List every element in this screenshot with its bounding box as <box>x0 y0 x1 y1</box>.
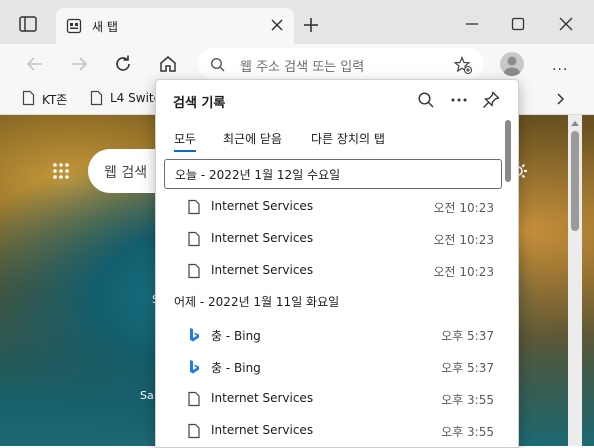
new-tab-icon <box>66 18 82 34</box>
history-item-time: 오후 3:55 <box>441 393 494 407</box>
history-item[interactable]: Internet Services 오전 10:23 <box>156 191 506 223</box>
history-tabs: 모두 최근에 닫음 다른 장치의 탭 <box>156 124 518 154</box>
tab-recently-closed[interactable]: 최근에 닫음 <box>223 130 282 147</box>
history-item[interactable]: 충 - Bing 오후 5:37 <box>156 319 506 351</box>
page-scrollbar[interactable] <box>568 115 582 446</box>
history-item-title: Internet Services <box>211 263 314 277</box>
minimize-icon[interactable] <box>462 14 482 34</box>
maximize-icon[interactable] <box>508 14 528 34</box>
web-search-placeholder: 웹 검색 <box>104 165 148 181</box>
history-item[interactable]: Internet Services 오후 3:55 <box>156 383 506 415</box>
history-item[interactable]: Internet Services 오전 10:23 <box>156 255 506 287</box>
apps-grid-icon[interactable] <box>52 162 70 180</box>
history-title: 검색 기록 <box>173 96 226 111</box>
history-item-title: Internet Services <box>211 423 314 437</box>
history-item[interactable]: Internet Services 오전 10:23 <box>156 223 506 255</box>
history-item-title: Internet Services <box>211 231 314 245</box>
history-item[interactable]: 충 - Bing 오후 5:37 <box>156 351 506 383</box>
search-icon[interactable] <box>417 91 435 109</box>
group-header-label: 어제 - 2022년 1월 11일 화요일 <box>174 295 340 309</box>
refresh-icon[interactable] <box>112 53 134 75</box>
page-icon <box>188 199 200 215</box>
chevron-right-icon[interactable] <box>553 92 567 106</box>
window-close-icon[interactable] <box>556 14 576 34</box>
favorite-label: L4 Switc <box>110 91 161 105</box>
add-favorite-icon[interactable] <box>454 56 472 74</box>
page-icon <box>22 90 35 106</box>
history-item-title: 충 - Bing <box>211 329 261 343</box>
more-options-icon[interactable] <box>450 91 468 109</box>
history-item[interactable]: Internet Services 오후 3:55 <box>156 415 506 447</box>
profile-icon <box>504 56 520 76</box>
close-icon[interactable] <box>270 18 284 32</box>
page-icon <box>188 423 200 439</box>
navigation-toolbar: 웹 주소 검색 또는 입력 ··· <box>0 44 594 84</box>
back-arrow-icon[interactable] <box>24 53 46 75</box>
forward-arrow-icon[interactable] <box>68 53 90 75</box>
tab-new-tab[interactable]: 새 탭 <box>56 8 294 44</box>
page-icon <box>188 231 200 247</box>
history-item-time: 오후 3:55 <box>441 425 494 439</box>
profile-avatar[interactable] <box>500 52 524 76</box>
title-bar: 새 탭 <box>0 0 594 44</box>
history-group-header[interactable]: 오늘 - 2022년 1월 12일 수요일 <box>164 159 502 189</box>
history-item-time: 오전 10:23 <box>433 265 494 279</box>
address-bar[interactable]: 웹 주소 검색 또는 입력 <box>198 48 484 80</box>
pin-icon[interactable] <box>482 91 500 109</box>
bing-icon <box>190 328 199 342</box>
tab-actions-icon[interactable] <box>16 12 40 36</box>
page-icon <box>90 90 103 106</box>
plus-icon[interactable] <box>302 16 320 34</box>
flyout-scrollbar[interactable] <box>505 120 511 182</box>
history-item-time: 오전 10:23 <box>433 233 494 247</box>
tab-all[interactable]: 모두 <box>174 130 197 152</box>
tab-title: 새 탭 <box>92 20 118 34</box>
address-placeholder: 웹 주소 검색 또는 입력 <box>240 60 365 75</box>
tab-other-devices[interactable]: 다른 장치의 탭 <box>311 130 385 147</box>
history-item-time: 오후 5:37 <box>441 329 494 343</box>
background-caption: Sa <box>140 389 154 402</box>
page-icon <box>188 263 200 279</box>
history-item-time: 오후 5:37 <box>441 361 494 375</box>
more-icon[interactable]: ··· <box>552 62 568 78</box>
history-item-title: Internet Services <box>211 199 314 213</box>
group-header-label: 오늘 - 2022년 1월 12일 수요일 <box>175 168 341 182</box>
scroll-up-icon[interactable] <box>571 121 579 126</box>
page-icon <box>188 391 200 407</box>
history-group-header[interactable]: 어제 - 2022년 1월 11일 화요일 <box>164 287 500 315</box>
scroll-thumb[interactable] <box>571 131 579 231</box>
history-flyout: 검색 기록 모두 최근에 닫음 다른 장치의 탭 오늘 - 2022년 1월 1… <box>155 79 519 448</box>
history-item-time: 오전 10:23 <box>433 201 494 215</box>
search-icon <box>210 57 225 72</box>
home-icon[interactable] <box>157 53 179 75</box>
history-item-title: 충 - Bing <box>211 361 261 375</box>
bing-icon <box>190 360 199 374</box>
history-item-title: Internet Services <box>211 391 314 405</box>
favorite-label: KT존 <box>42 93 68 107</box>
